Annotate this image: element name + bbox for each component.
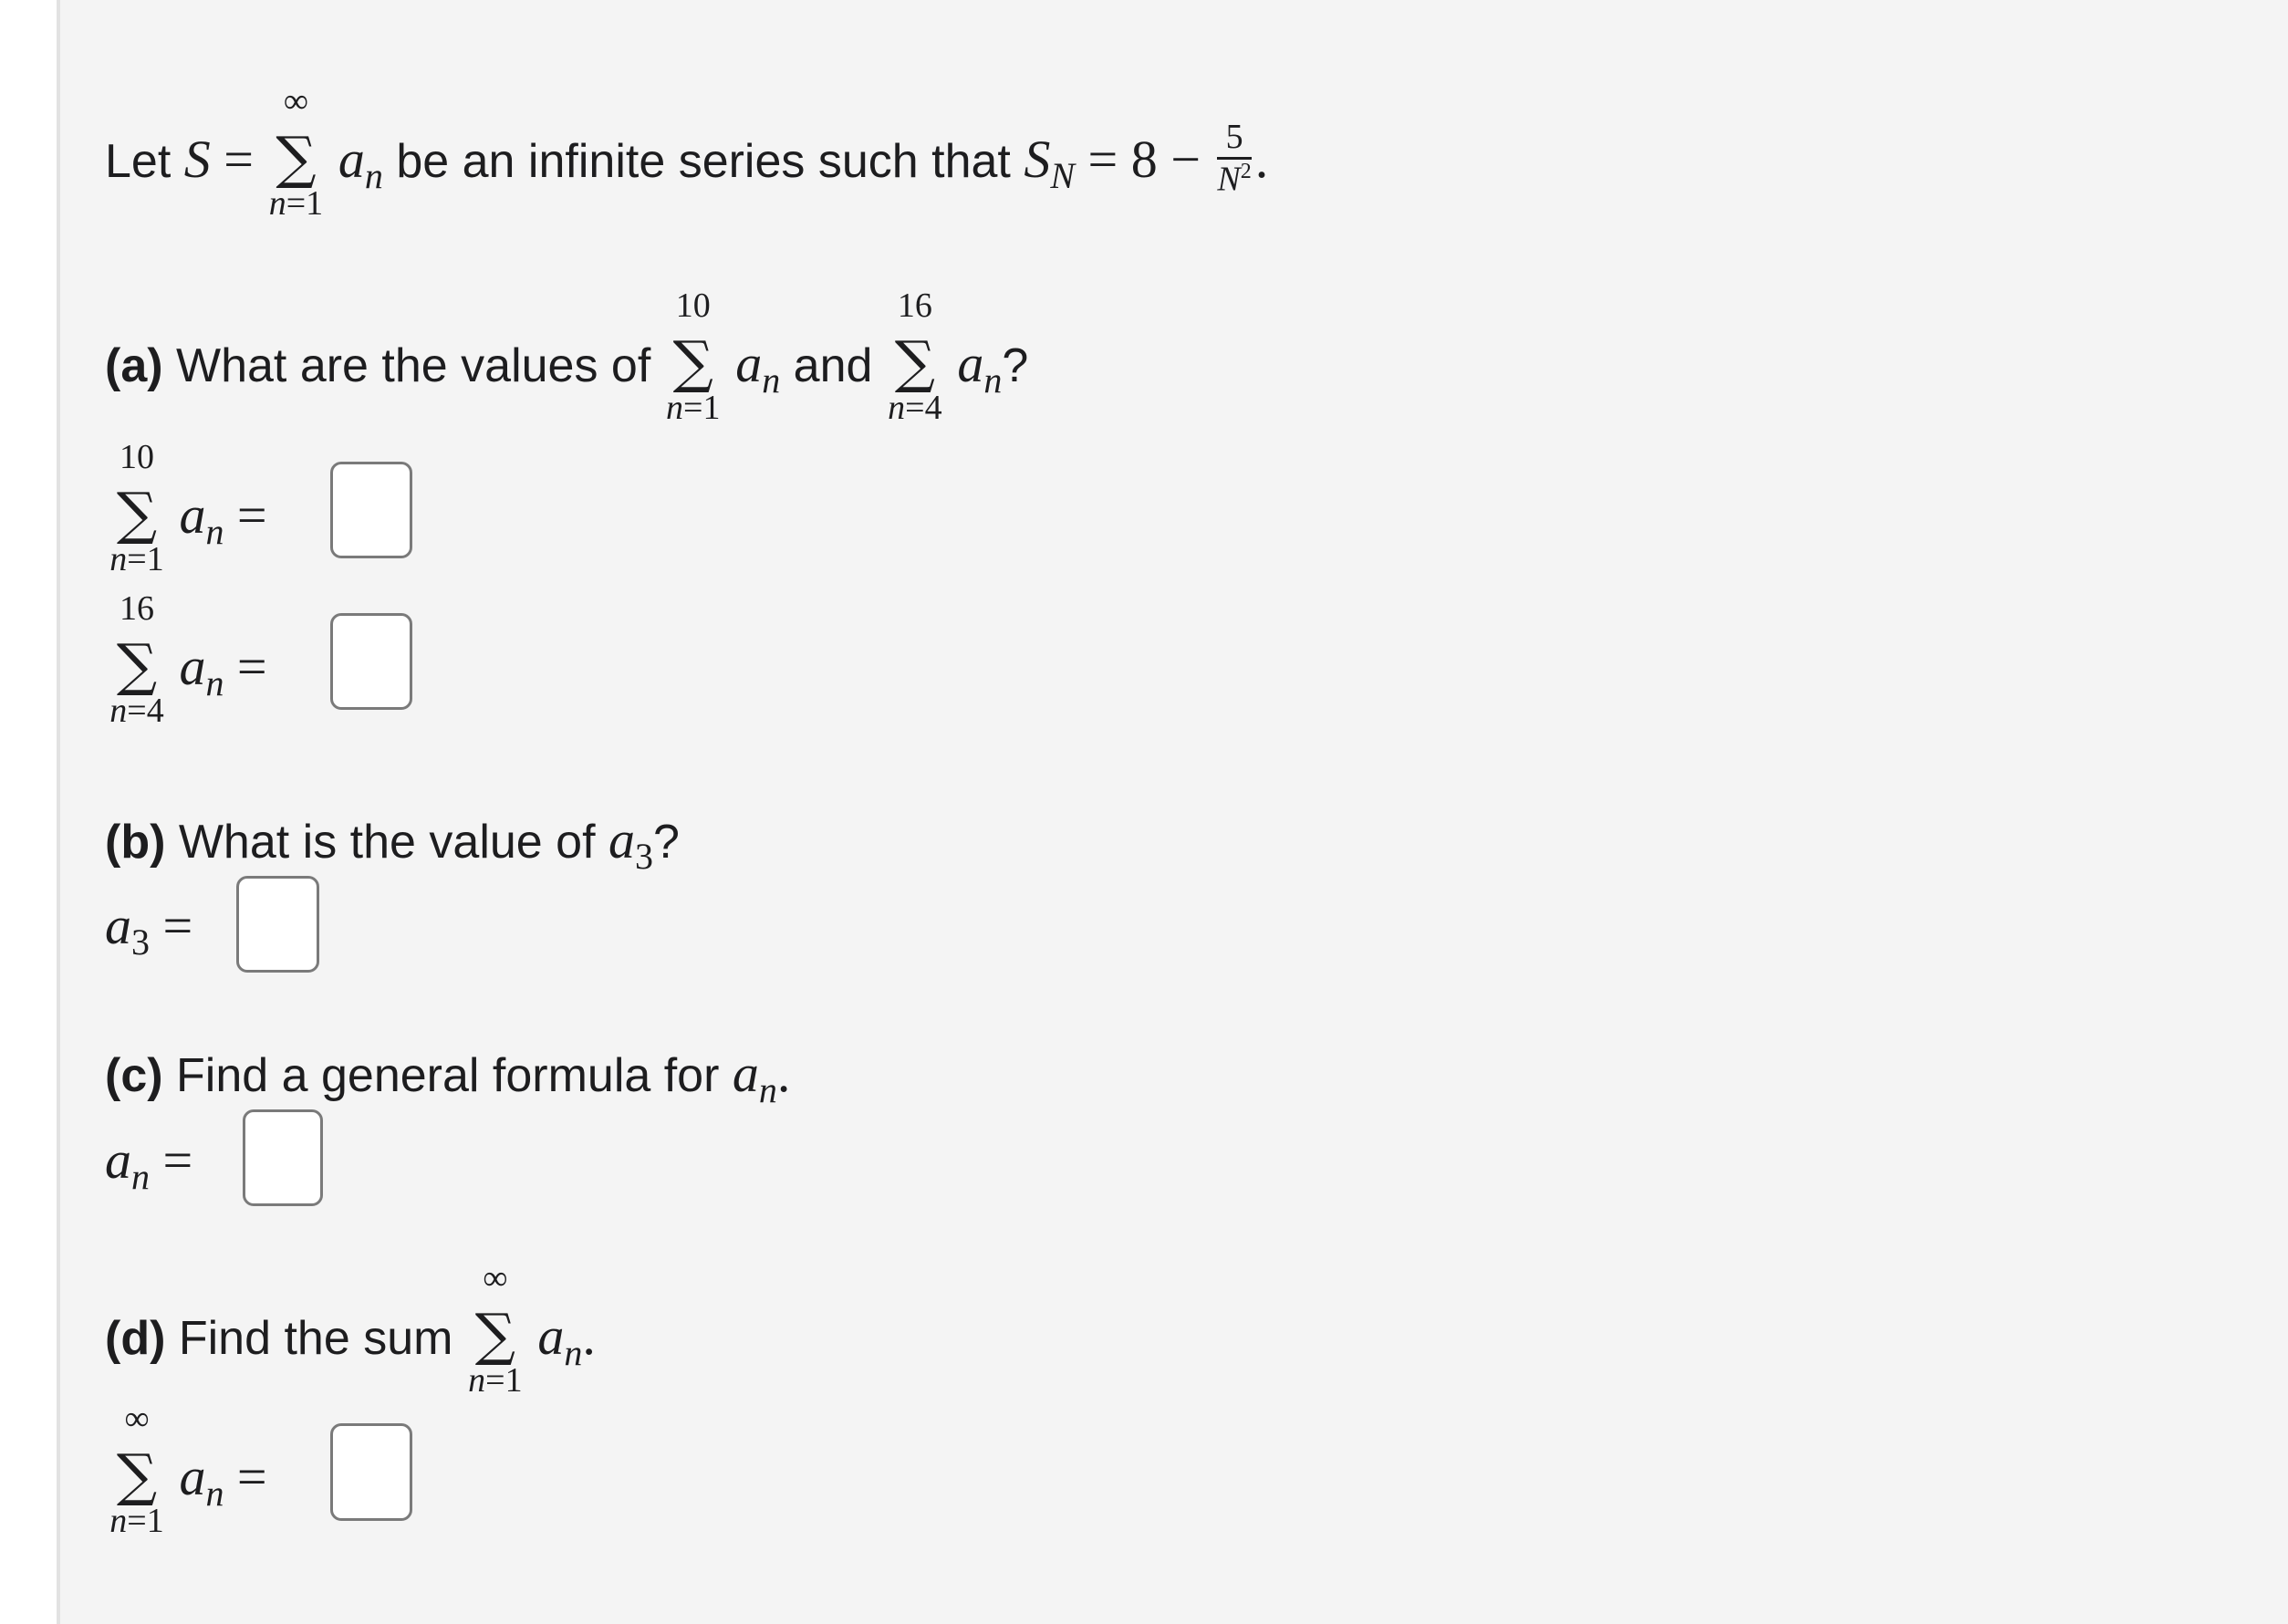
part-c-answer-row: an = — [105, 1134, 192, 1195]
intro-middle-text: be an infinite series such that — [382, 134, 1024, 188]
sigma-symbol: ∑ — [474, 1301, 515, 1368]
sum-lower-limit: n=1 — [268, 183, 324, 223]
equals-sign: = — [162, 1130, 193, 1190]
fraction-numerator: 5 — [1217, 118, 1252, 160]
term-a-n: an — [179, 485, 224, 552]
period: . — [776, 1044, 791, 1103]
fraction-denominator: N2 — [1217, 159, 1252, 199]
term-a-n: an — [179, 637, 224, 703]
part-b-answer-row: a3 = — [105, 900, 192, 961]
part-c-question: (c) Find a general formula for an. — [105, 1044, 791, 1110]
fraction-5-over-n-squared: 5 N2 — [1217, 118, 1252, 199]
question-mark: ? — [1002, 339, 1029, 392]
sigma-symbol: ∑ — [276, 123, 317, 191]
sum-upper-limit: ∞ — [483, 1259, 508, 1297]
part-b-label: (b) — [105, 816, 166, 869]
equals-sign: = — [236, 485, 267, 545]
series-symbol: S — [183, 129, 211, 189]
sigma-symbol: ∑ — [672, 328, 713, 395]
sum-upper-limit: 10 — [675, 286, 711, 325]
intro-statement: Let S = ∞ ∑ n=1 an be an infinite series… — [105, 84, 1269, 221]
answer-input-sum-1-to-10[interactable] — [330, 462, 412, 558]
sum-lower-limit: n=1 — [109, 1502, 164, 1540]
term-a-n: an — [735, 334, 781, 401]
part-c-text: Find a general formula for — [162, 1049, 733, 1102]
summation-4-to-16: 16 ∑ n=4 — [108, 591, 166, 728]
partial-sum-symbol: SN — [1024, 129, 1075, 196]
sigma-symbol: ∑ — [894, 328, 935, 395]
term-a-n: an — [179, 1447, 224, 1514]
equals-sign: = — [236, 637, 267, 696]
and-text: and — [780, 339, 886, 392]
term-a-n: an — [732, 1044, 777, 1110]
part-d-answer-row: ∞ ∑ n=1 an = — [108, 1401, 267, 1538]
sum-upper-limit: ∞ — [124, 1400, 150, 1438]
part-a-question: (a) What are the values of 10 ∑ n=1 an a… — [105, 288, 1029, 425]
summation-1-to-10: 10 ∑ n=1 — [108, 440, 166, 577]
term-a-3: a3 — [608, 810, 653, 877]
sum-lower-limit: n=4 — [888, 389, 942, 427]
sigma-symbol: ∑ — [116, 1442, 158, 1508]
equals-sign: = — [236, 1447, 267, 1506]
answer-input-a3[interactable] — [236, 876, 319, 973]
part-c-label: (c) — [105, 1049, 163, 1102]
term-a-n: an — [957, 334, 1003, 401]
part-d-label: (d) — [105, 1312, 166, 1365]
equals-sign: = — [162, 896, 193, 955]
sum-lower-limit: n=1 — [109, 540, 164, 578]
content-panel — [57, 0, 2288, 1624]
summation-1-to-10: 10 ∑ n=1 — [664, 288, 723, 425]
part-d-text: Find the sum — [165, 1312, 466, 1365]
sum-upper-limit: ∞ — [283, 81, 308, 120]
summation-infinite: ∞ ∑ n=1 — [108, 1401, 166, 1538]
summation-4-to-16: 16 ∑ n=4 — [886, 288, 944, 425]
part-b-question: (b) What is the value of a3? — [105, 814, 680, 875]
part-a-text: What are the values of — [162, 339, 664, 392]
sum-upper-limit: 16 — [120, 589, 154, 628]
term-a-n: an — [338, 129, 383, 196]
equals-sign: = — [210, 129, 267, 189]
term-a-n: an — [105, 1130, 150, 1197]
answer-input-sum-4-to-16[interactable] — [330, 613, 412, 710]
part-a-label: (a) — [105, 339, 163, 392]
summation-infinite: ∞ ∑ n=1 — [466, 1261, 525, 1398]
sum-upper-limit: 10 — [120, 438, 154, 476]
sigma-symbol: ∑ — [116, 480, 158, 547]
sum-lower-limit: n=1 — [666, 389, 721, 427]
part-b-text: What is the value of — [165, 816, 608, 869]
period: . — [1254, 129, 1269, 189]
part-a-answer-row-2: 16 ∑ n=4 an = — [108, 591, 267, 728]
part-d-question: (d) Find the sum ∞ ∑ n=1 an. — [105, 1261, 596, 1398]
period: . — [582, 1306, 596, 1366]
sigma-symbol: ∑ — [116, 631, 158, 698]
term-a-n: an — [537, 1306, 583, 1373]
rhs-expression: = 8 − — [1075, 129, 1214, 189]
question-mark: ? — [652, 816, 680, 869]
term-a-3: a3 — [105, 896, 150, 963]
summation-infinite: ∞ ∑ n=1 — [266, 84, 325, 221]
answer-input-infinite-sum[interactable] — [330, 1423, 412, 1521]
sum-upper-limit: 16 — [897, 286, 932, 325]
part-a-answer-row-1: 10 ∑ n=1 an = — [108, 440, 267, 577]
intro-prefix: Let — [105, 134, 184, 188]
answer-input-general-formula[interactable] — [243, 1109, 323, 1206]
sum-lower-limit: n=1 — [468, 1361, 523, 1400]
sum-lower-limit: n=4 — [109, 692, 164, 730]
